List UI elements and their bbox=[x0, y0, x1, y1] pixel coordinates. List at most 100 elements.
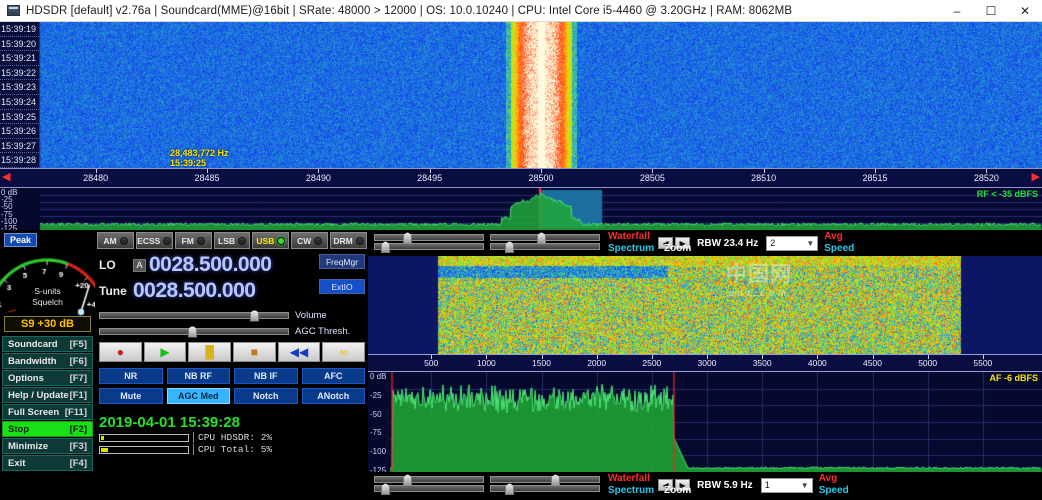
bottom-slider-c[interactable] bbox=[490, 474, 600, 486]
bottom-slider-a[interactable] bbox=[374, 474, 484, 486]
function-button-full-screen[interactable]: Full Screen [F11] bbox=[2, 404, 93, 420]
toggle-mute[interactable]: Mute bbox=[99, 388, 163, 404]
top-slider-c[interactable] bbox=[490, 232, 600, 244]
s-meter[interactable]: Peak S-units Squelch S9 +30 dB bbox=[0, 230, 95, 335]
top-slider-a[interactable] bbox=[374, 232, 484, 244]
mode-button-lsb[interactable]: LSB bbox=[213, 232, 251, 249]
chevron-down-icon[interactable]: ▼ bbox=[806, 239, 814, 248]
play-button[interactable]: ▶ bbox=[143, 342, 187, 362]
rewind-button[interactable]: ◀◀ bbox=[277, 342, 321, 362]
top-mode-labels: Waterfall Spectrum bbox=[608, 231, 654, 255]
frequency-display: LO A 0028.500.000 Tune 0028.500.000 Freq… bbox=[95, 252, 368, 306]
toggle-nr[interactable]: NR bbox=[99, 368, 163, 384]
mode-button-drm[interactable]: DRM bbox=[330, 232, 368, 249]
toggle-afc[interactable]: AFC bbox=[301, 368, 365, 384]
function-button-soundcard[interactable]: Soundcard [F5] bbox=[2, 336, 93, 352]
top-rbw-readout: RBW 23.4 Hz bbox=[697, 237, 759, 249]
bottom-slider-d[interactable] bbox=[490, 483, 600, 495]
if-waterfall-display[interactable]: 中国网 snz.com bbox=[368, 256, 1042, 354]
function-button-key: [F1] bbox=[69, 389, 87, 401]
top-slider-b[interactable] bbox=[374, 241, 484, 253]
volume-slider[interactable] bbox=[99, 309, 289, 322]
function-button-key: [F6] bbox=[69, 355, 87, 367]
function-button-options[interactable]: Options [F7] bbox=[2, 370, 93, 386]
top-avg-combo[interactable]: 2 ▼ bbox=[766, 235, 819, 251]
record-button[interactable]: ● bbox=[99, 342, 142, 362]
mode-button-am[interactable]: AM bbox=[97, 232, 134, 249]
function-button-minimize[interactable]: Minimize [F3] bbox=[2, 438, 93, 454]
agc-threshold-slider[interactable] bbox=[99, 325, 289, 338]
lo-frequency-value[interactable]: 0028.500.000 bbox=[149, 253, 272, 277]
rewind-icon: ◀◀ bbox=[289, 345, 309, 359]
top-slider-b-knob[interactable] bbox=[381, 241, 390, 253]
maximize-button[interactable]: ☐ bbox=[974, 0, 1008, 22]
function-button-exit[interactable]: Exit [F4] bbox=[2, 455, 93, 471]
bottom-spectrum-label[interactable]: Spectrum bbox=[608, 485, 654, 497]
toggle-anotch[interactable]: ANotch bbox=[301, 388, 365, 404]
function-button-label: Soundcard bbox=[8, 338, 58, 350]
top-avg-combo-value: 2 bbox=[770, 238, 776, 248]
vfo-a-indicator[interactable]: A bbox=[133, 258, 146, 272]
mode-button-usb[interactable]: USB bbox=[252, 232, 290, 249]
function-button-label: Bandwidth bbox=[8, 355, 57, 367]
peak-badge[interactable]: Peak bbox=[4, 233, 38, 247]
rf-spectrum-display[interactable]: RF < -35 dBFS 0 dB -25 -50 -75 -100 -125 bbox=[0, 188, 1042, 230]
left-control-column: Peak S-units Squelch S9 +30 dB Soundcard… bbox=[0, 230, 95, 500]
bottom-slider-b-knob[interactable] bbox=[381, 483, 390, 495]
toggle-agc-med[interactable]: AGC Med bbox=[166, 388, 230, 404]
axis-right-arrow-icon[interactable]: ▶ bbox=[1032, 172, 1040, 183]
top-spectrum-label[interactable]: Spectrum bbox=[608, 243, 654, 255]
top-waterfall-label[interactable]: Waterfall bbox=[608, 231, 654, 243]
af-tick-label: 4500 bbox=[863, 358, 882, 368]
rf-frequency-axis[interactable]: ◀ ▶ 28480 28485 28490 28495 28500 28505 28510 2… bbox=[0, 168, 1042, 188]
toggle-notch[interactable]: Notch bbox=[234, 388, 298, 404]
bottom-waterfall-label[interactable]: Waterfall bbox=[608, 473, 654, 485]
bottom-avg-combo-value: 1 bbox=[764, 480, 770, 490]
rf-waterfall-display[interactable]: 15:39:19 15:39:20 15:39:21 15:39:22 15:39:23… bbox=[0, 22, 1042, 168]
rf-waterfall-canvas bbox=[0, 22, 1042, 168]
play-icon: ▶ bbox=[160, 345, 170, 359]
mode-button-fm[interactable]: FM bbox=[174, 232, 212, 249]
function-button-key: [F4] bbox=[69, 457, 87, 469]
bottom-slider-b[interactable] bbox=[374, 483, 484, 495]
bottom-avg-combo[interactable]: 1 ▼ bbox=[760, 477, 813, 493]
volume-slider-knob[interactable] bbox=[250, 309, 259, 322]
chevron-down-icon[interactable]: ▼ bbox=[801, 481, 809, 490]
tune-frequency-value[interactable]: 0028.500.000 bbox=[133, 279, 256, 303]
s-meter-value: S9 +30 dB bbox=[4, 316, 91, 332]
top-display-controls: Waterfall Spectrum ◀ ▶ RBW 23.4 Hz 2 ▼ A… bbox=[368, 230, 1042, 256]
top-slider-d[interactable] bbox=[490, 241, 600, 253]
top-avg-label: Avg bbox=[824, 231, 843, 242]
toggle-nb-if[interactable]: NB IF bbox=[234, 368, 298, 384]
cpu-hdsdr-bar bbox=[99, 433, 189, 442]
waterfall-timestamp: 15:39:24 bbox=[0, 95, 39, 110]
freq-manager-button[interactable]: FreqMgr bbox=[319, 254, 365, 269]
noise-control-grid: NR NB RF NB IF AFC Mute AGC Med Notch ANotch bbox=[95, 362, 368, 404]
af-tick-label: 500 bbox=[424, 358, 439, 368]
pause-button[interactable]: ▐▌ bbox=[188, 342, 232, 362]
function-button-label: Stop bbox=[8, 423, 30, 435]
af-frequency-axis[interactable]: 500 1000 1500 2000 2500 3000 3500 4000 4500 5000 5… bbox=[368, 354, 1042, 372]
if-waterfall-canvas bbox=[368, 256, 1042, 354]
af-tick-label: 5000 bbox=[918, 358, 938, 368]
axis-left-arrow-icon[interactable]: ◀ bbox=[2, 172, 10, 183]
db-scale-label: -25 bbox=[370, 390, 382, 400]
af-spectrum-display[interactable]: AF -6 dBFS 0 dB -25 -50 -75 -100 -125 bbox=[368, 372, 1042, 472]
af-spectrum-canvas bbox=[368, 372, 1042, 472]
loop-button[interactable]: ∞ bbox=[322, 342, 366, 362]
close-button[interactable]: ✕ bbox=[1008, 0, 1042, 22]
stop-button[interactable]: ■ bbox=[233, 342, 276, 362]
minimize-button[interactable]: – bbox=[940, 0, 974, 22]
function-button-help-update[interactable]: Help / Update [F1] bbox=[2, 387, 93, 403]
axis-tick-label: 28520 bbox=[973, 173, 999, 183]
top-slider-d-knob[interactable] bbox=[505, 241, 514, 253]
bottom-slider-d-knob[interactable] bbox=[505, 483, 514, 495]
function-button-stop[interactable]: Stop [F2] bbox=[2, 421, 93, 437]
mode-button-ecss[interactable]: ECSS bbox=[135, 232, 173, 249]
mode-button-cw[interactable]: CW bbox=[291, 232, 329, 249]
agc-threshold-slider-knob[interactable] bbox=[188, 325, 197, 338]
function-button-bandwidth[interactable]: Bandwidth [F6] bbox=[2, 353, 93, 369]
waterfall-timestamp: 15:39:28 bbox=[0, 153, 39, 168]
extio-button[interactable]: ExtIO bbox=[319, 279, 365, 294]
toggle-nb-rf[interactable]: NB RF bbox=[166, 368, 230, 384]
